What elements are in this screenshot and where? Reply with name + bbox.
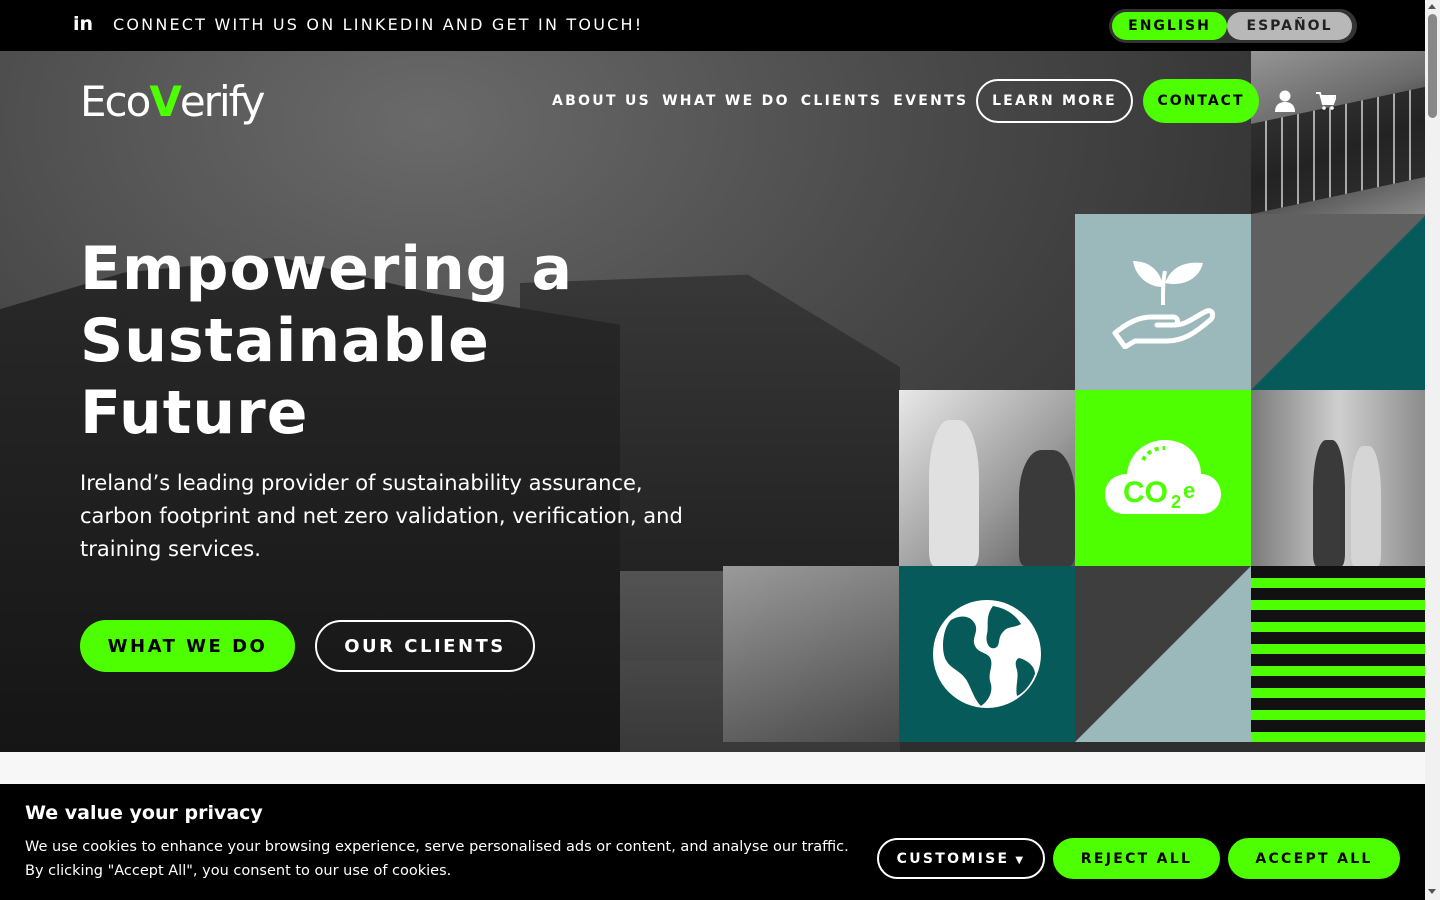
logo-text: Eco	[80, 77, 151, 126]
page-content-strip	[0, 752, 1425, 784]
linkedin-icon[interactable]: in	[73, 14, 93, 34]
reject-all-button[interactable]: REJECT ALL	[1053, 838, 1220, 879]
nav-events[interactable]: EVENTS	[893, 93, 968, 109]
learn-more-button[interactable]: LEARN MORE	[976, 79, 1133, 123]
scroll-up-arrow-icon[interactable]	[1428, 4, 1436, 9]
river-aerial-image	[723, 566, 899, 742]
svg-text:CO: CO	[1123, 476, 1168, 509]
co2-tile: CO 2 e	[1075, 390, 1251, 566]
triangle-tile	[1075, 566, 1251, 742]
top-bar: in CONNECT WITH US ON LINKEDIN AND GET I…	[0, 0, 1425, 51]
hero-headline-line: Empowering a	[80, 234, 573, 304]
office-meeting-image	[899, 390, 1075, 566]
globe-tile	[899, 566, 1075, 742]
contact-button[interactable]: CONTACT	[1143, 79, 1259, 123]
accept-all-button[interactable]: ACCEPT ALL	[1228, 838, 1400, 879]
triangle-tile	[1251, 214, 1425, 390]
plant-in-hand-tile	[1075, 214, 1251, 390]
logo-text: erify	[179, 77, 266, 126]
page-scrollbar[interactable]	[1425, 0, 1440, 900]
language-switcher: ENGLISH ESPAÑOL	[1109, 9, 1357, 43]
plant-in-hand-icon	[1112, 261, 1215, 349]
hero-subtext: Ireland’s leading provider of sustainabi…	[80, 471, 683, 561]
nav-clients[interactable]: CLIENTS	[801, 93, 882, 109]
customise-button[interactable]: CUSTOMISE ▼	[877, 838, 1045, 879]
scroll-down-arrow-icon[interactable]	[1428, 889, 1436, 894]
globe-icon	[933, 600, 1041, 708]
chevron-down-icon: ▼	[1015, 855, 1026, 866]
language-english-button[interactable]: ENGLISH	[1112, 12, 1227, 40]
language-spanish-button[interactable]: ESPAÑOL	[1227, 12, 1352, 40]
ecoverify-logo[interactable]: EcoVerify	[80, 77, 266, 126]
svg-text:e: e	[1183, 478, 1195, 503]
hero-headline: Empowering a Sustainable Future	[80, 233, 640, 449]
our-clients-button[interactable]: OUR CLIENTS	[315, 620, 535, 672]
what-we-do-button[interactable]: WHAT WE DO	[80, 620, 295, 672]
customise-label: CUSTOMISE	[896, 850, 1010, 867]
svg-text:2: 2	[1171, 492, 1181, 512]
cookie-text: We use cookies to enhance your browsing …	[25, 839, 849, 879]
cookie-banner: We value your privacy We use cookies to …	[0, 784, 1425, 900]
main-nav: ABOUT US WHAT WE DO CLIENTS EVENTS	[552, 93, 979, 109]
nav-what-we-do[interactable]: WHAT WE DO	[662, 93, 790, 109]
nav-about-us[interactable]: ABOUT US	[552, 93, 651, 109]
cart-icon[interactable]	[1316, 92, 1336, 110]
cookie-title: We value your privacy	[25, 802, 263, 824]
scrollbar-thumb[interactable]	[1428, 14, 1437, 118]
striped-pattern-tile	[1251, 566, 1425, 742]
hero-section: CO 2 e EcoVerify ABOUT US WHAT WE DO CLI…	[0, 51, 1425, 752]
hero-headline-line: Sustainable	[80, 306, 490, 376]
topbar-message[interactable]: CONNECT WITH US ON LINKEDIN AND GET IN T…	[113, 15, 643, 34]
people-walking-image	[1251, 390, 1425, 566]
co2-cloud-icon: CO 2 e	[1105, 440, 1221, 514]
hero-headline-line: Future	[80, 378, 309, 448]
user-icon[interactable]	[1275, 90, 1295, 112]
solar-panels-image	[1251, 51, 1425, 214]
logo-check-mark: V	[149, 77, 181, 126]
